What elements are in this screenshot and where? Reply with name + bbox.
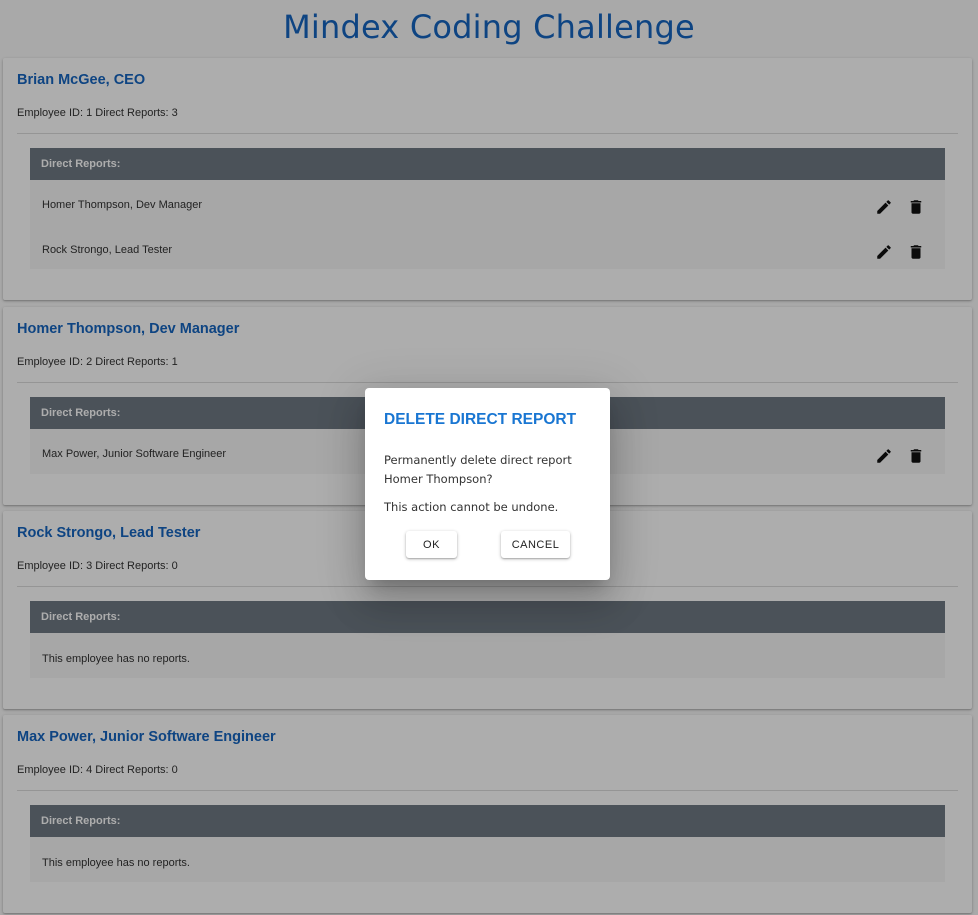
ok-button[interactable]: OK [406, 531, 457, 558]
cancel-button[interactable]: CANCEL [501, 531, 570, 558]
dialog-message: Permanently delete direct report Homer T… [384, 453, 572, 486]
dialog-warning: This action cannot be undone. [384, 500, 559, 514]
dialog-title: DELETE DIRECT REPORT [384, 411, 577, 428]
delete-confirm-dialog: DELETE DIRECT REPORT Permanently delete … [365, 388, 610, 580]
